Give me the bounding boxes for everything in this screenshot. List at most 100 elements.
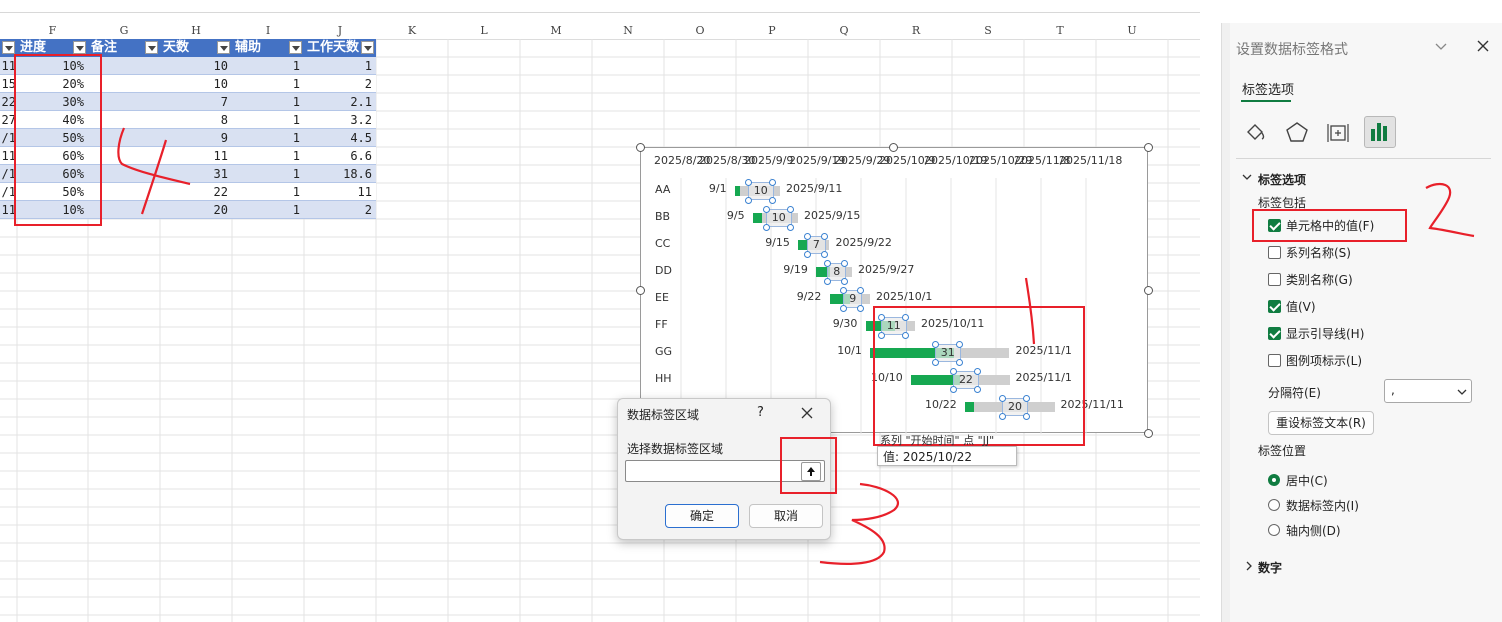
header-aux[interactable]: 辅助 [232, 39, 304, 57]
option-label[interactable]: 图例项标示(L) [1286, 352, 1362, 369]
cell-work[interactable]: 11 [304, 183, 372, 201]
cell-work[interactable]: 6.6 [304, 147, 372, 165]
cell-days[interactable]: 7 [160, 93, 228, 111]
start-date-label[interactable]: 9/5 [727, 209, 745, 222]
column-header-h[interactable]: H [160, 23, 232, 39]
column-header-f[interactable]: F [17, 23, 88, 39]
end-date-label[interactable]: 2025/9/11 [786, 182, 842, 195]
header-workdays[interactable]: 工作天数 [304, 39, 376, 57]
option-checkbox[interactable] [1268, 354, 1281, 367]
tab-label-options[interactable]: 标签选项 [1242, 79, 1294, 98]
help-button[interactable]: ? [757, 405, 764, 420]
cell-aux[interactable]: 1 [232, 75, 300, 93]
cell-work[interactable]: 4.5 [304, 129, 372, 147]
cell-days[interactable]: 10 [160, 57, 228, 75]
progress-bar[interactable] [753, 213, 762, 223]
cell-aux[interactable]: 1 [232, 201, 300, 219]
close-icon[interactable] [1475, 38, 1491, 54]
start-date-label[interactable]: 9/1 [709, 182, 727, 195]
cell-aux[interactable]: 1 [232, 129, 300, 147]
size-properties-icon[interactable] [1325, 120, 1351, 144]
label-handle[interactable] [744, 179, 752, 186]
label-handle[interactable] [820, 233, 828, 240]
resize-handle[interactable] [636, 286, 645, 295]
label-handle[interactable] [803, 251, 811, 258]
section-number[interactable]: 数字 [1258, 559, 1282, 576]
column-header-n[interactable]: N [592, 23, 664, 39]
label-handle[interactable] [744, 197, 752, 204]
fill-line-icon[interactable] [1242, 120, 1268, 144]
cell-work[interactable]: 2 [304, 201, 372, 219]
close-icon[interactable] [798, 404, 816, 422]
column-header-r[interactable]: R [880, 23, 952, 39]
end-date-label[interactable]: 2025/9/15 [804, 209, 860, 222]
pane-scrollbar[interactable] [1222, 23, 1230, 622]
column-header-m[interactable]: M [520, 23, 592, 39]
chevron-right-icon[interactable] [1244, 560, 1254, 571]
column-header-i[interactable]: I [232, 23, 304, 39]
start-date-label[interactable]: 9/19 [783, 263, 808, 276]
cell-work[interactable]: 18.6 [304, 165, 372, 183]
column-header-q[interactable]: Q [808, 23, 880, 39]
label-handle[interactable] [786, 224, 794, 231]
position-label[interactable]: 轴内侧(D) [1286, 522, 1341, 539]
format-data-labels-pane[interactable]: 设置数据标签格式 标签选项 标签选项 标签包括 单元格中的值(F) 系列名称(S)… [1221, 23, 1502, 622]
option-checkbox[interactable] [1268, 246, 1281, 259]
resize-handle[interactable] [636, 143, 645, 152]
cell-work[interactable]: 2.1 [304, 93, 372, 111]
option-checkbox[interactable] [1268, 273, 1281, 286]
filter-dropdown-icon[interactable] [289, 41, 302, 54]
position-label[interactable]: 数据标签内(I) [1286, 497, 1359, 514]
ok-button[interactable]: 确定 [665, 504, 739, 528]
cell-aux[interactable]: 1 [232, 57, 300, 75]
column-header-s[interactable]: S [952, 23, 1024, 39]
cell-aux[interactable]: 1 [232, 147, 300, 165]
header-days[interactable]: 天数 [160, 39, 232, 57]
separator-select[interactable]: , [1384, 379, 1472, 403]
start-date-label[interactable]: 9/22 [797, 290, 822, 303]
cell-aux[interactable]: 1 [232, 183, 300, 201]
end-date-label[interactable]: 2025/9/27 [858, 263, 914, 276]
label-handle[interactable] [786, 206, 794, 213]
option-checkbox[interactable] [1268, 327, 1281, 340]
position-label[interactable]: 居中(C) [1286, 472, 1328, 489]
position-radio[interactable] [1268, 499, 1280, 511]
cell-work[interactable]: 3.2 [304, 111, 372, 129]
column-header-u[interactable]: U [1096, 23, 1168, 39]
resize-handle[interactable] [1144, 286, 1153, 295]
position-radio[interactable] [1268, 524, 1280, 536]
filter-dropdown-icon[interactable] [73, 41, 86, 54]
column-header-p[interactable]: P [736, 23, 808, 39]
cell-aux[interactable]: 1 [232, 111, 300, 129]
end-date-label[interactable]: 2025/10/1 [876, 290, 932, 303]
filter-dropdown-icon[interactable] [361, 41, 374, 54]
option-checkbox[interactable] [1268, 300, 1281, 313]
effects-icon[interactable] [1284, 120, 1310, 144]
label-handle[interactable] [762, 224, 770, 231]
cell-days[interactable]: 10 [160, 75, 228, 93]
column-header-l[interactable]: L [448, 23, 520, 39]
resize-handle[interactable] [889, 143, 898, 152]
cell-work[interactable]: 2 [304, 75, 372, 93]
filter-dropdown-icon[interactable] [217, 41, 230, 54]
position-radio[interactable] [1268, 474, 1280, 486]
column-header-j[interactable]: J [304, 23, 376, 39]
label-handle[interactable] [768, 197, 776, 204]
column-header-t[interactable]: T [1024, 23, 1096, 39]
filter-dropdown-icon[interactable] [145, 41, 158, 54]
label-handle[interactable] [803, 233, 811, 240]
column-header-o[interactable]: O [664, 23, 736, 39]
start-date-label[interactable]: 9/15 [765, 236, 790, 249]
cell-work[interactable]: 1 [304, 57, 372, 75]
column-header-k[interactable]: K [376, 23, 448, 39]
option-label[interactable]: 系列名称(S) [1286, 244, 1351, 261]
cell-aux[interactable]: 1 [232, 93, 300, 111]
start-date-label[interactable]: 10/1 [837, 344, 862, 357]
chevron-down-icon[interactable] [1242, 171, 1252, 181]
reset-label-text-button[interactable]: 重设标签文本(R) [1268, 411, 1374, 435]
chevron-down-icon[interactable] [1434, 39, 1448, 53]
end-date-label[interactable]: 2025/9/22 [836, 236, 892, 249]
option-label[interactable]: 值(V) [1286, 298, 1316, 315]
resize-handle[interactable] [1144, 429, 1153, 438]
label-handle[interactable] [762, 206, 770, 213]
